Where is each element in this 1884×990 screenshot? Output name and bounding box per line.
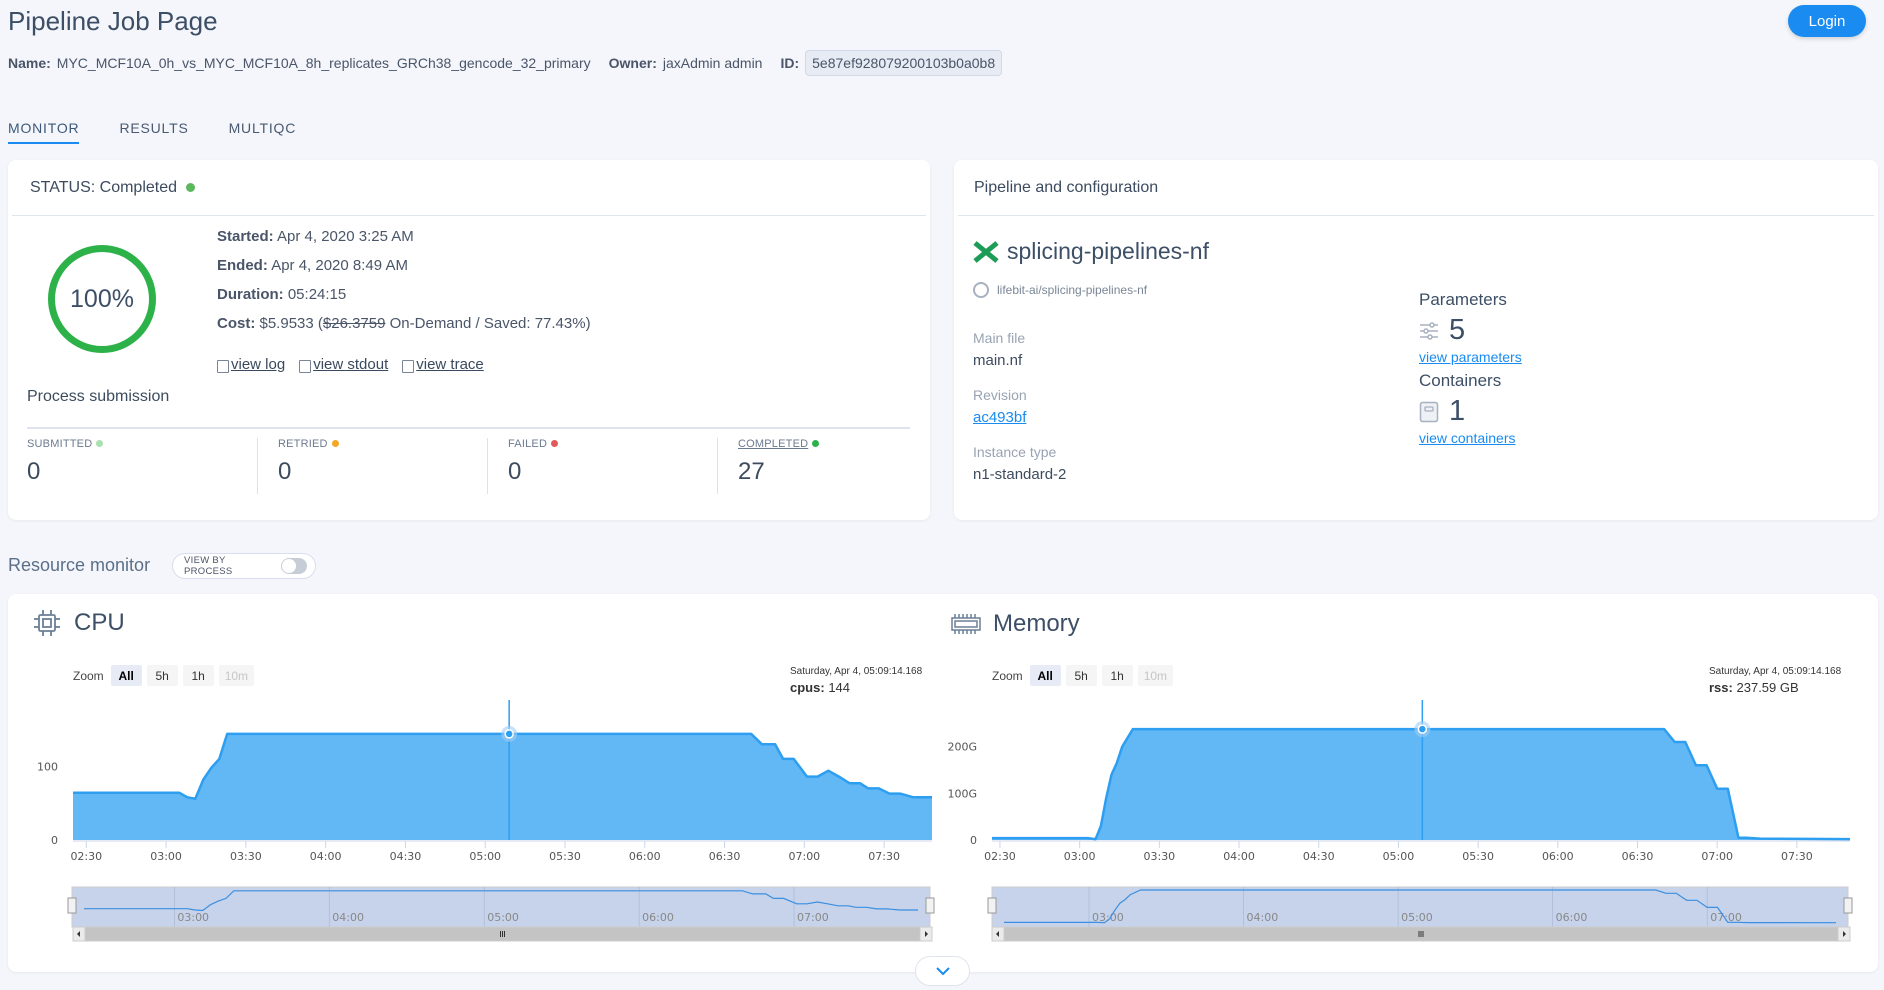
cpu-navigator-tick-label: 05:00 <box>487 911 519 924</box>
cpu-x-tick-label: 06:00 <box>629 850 661 863</box>
cpu-x-tick-label: 04:00 <box>310 850 342 863</box>
cpu-navigator-tick-label: 04:00 <box>332 911 364 924</box>
cpu-area <box>73 733 932 840</box>
scroll-down-button[interactable] <box>915 956 970 986</box>
memory-tooltip-series: rss <box>1709 680 1729 695</box>
memory-zoom-5h-button[interactable]: 5h <box>1065 665 1097 686</box>
memory-zoom-all-button[interactable]: All <box>1029 665 1061 686</box>
chevron-down-icon <box>935 967 950 976</box>
memory-zoom-10m-button: 10m <box>1137 665 1174 686</box>
cpu-y-tick-label: 100 <box>37 760 58 773</box>
cpu-navigator-left-handle[interactable] <box>67 897 77 914</box>
memory-tooltip-date: Saturday, Apr 4, 05:09:14.168 <box>1709 666 1842 677</box>
memory-tooltip-value-row: rss: 237.59 GB <box>1709 680 1841 695</box>
colon: : <box>1728 680 1733 695</box>
memory-tooltip-value: 237.59 GB <box>1736 680 1799 695</box>
cpu-y-tick-label: 0 <box>51 834 58 847</box>
cpu-x-tick-label: 04:30 <box>390 850 422 863</box>
cpu-x-tick-label: 07:30 <box>868 850 900 863</box>
cpu-x-tick-label: 02:30 <box>70 850 102 863</box>
cpu-x-tick-label: 05:30 <box>549 850 581 863</box>
cpu-navigator-tick-label: 06:00 <box>642 911 674 924</box>
memory-icon <box>951 614 981 634</box>
memory-chart-title: Memory <box>951 610 1080 638</box>
memory-zoom-1h-button[interactable]: 1h <box>1101 665 1133 686</box>
cpu-x-tick-label: 07:00 <box>788 850 820 863</box>
memory-zoom-controls: Zoom All 5h 1h 10m <box>992 665 1174 686</box>
cpu-navigator-tick-label: 07:00 <box>797 911 829 924</box>
memory-title-label: Memory <box>993 610 1080 637</box>
zoom-label: Zoom <box>992 668 1023 683</box>
cpu-x-tick-label: 03:00 <box>150 850 182 863</box>
cpu-navigator-right-handle[interactable] <box>925 897 935 914</box>
cpu-chart[interactable]: 0 100 02:30 03:00 03:30 04:00 04:30 05:00 05:30 0… <box>0 0 1884 990</box>
cpu-x-tick-label: 06:30 <box>709 850 741 863</box>
cpu-x-tick-label: 05:00 <box>469 850 501 863</box>
memory-tooltip: Saturday, Apr 4, 05:09:14.168 rss: 237.5… <box>1709 666 1841 695</box>
cpu-navigator-tick-label: 03:00 <box>177 911 209 924</box>
cpu-marker <box>504 729 514 739</box>
cpu-x-tick-label: 03:30 <box>230 850 262 863</box>
